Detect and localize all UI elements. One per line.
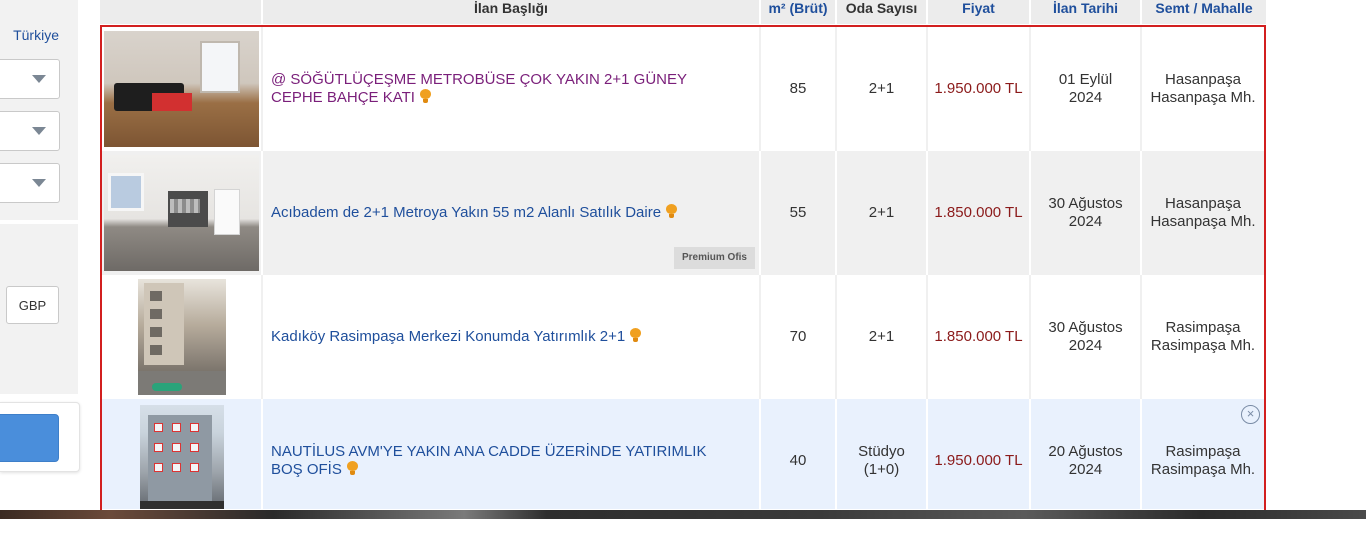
country-link[interactable]: Türkiye	[13, 27, 59, 43]
header-title[interactable]: İlan Başlığı	[263, 0, 761, 24]
location-filter-panel: Türkiye	[0, 0, 78, 220]
listing-table: İlan Başlığı m² (Brüt) Oda Sayısı Fiyat …	[100, 0, 1266, 518]
district-select[interactable]	[0, 111, 60, 151]
header-m2[interactable]: m² (Brüt)	[761, 0, 837, 24]
currency-gbp-button[interactable]: GBP	[6, 286, 59, 324]
page: Türkiye GBP İlan Başlığı m² (Brüt) Oda S…	[0, 0, 1366, 544]
chevron-down-icon	[32, 75, 46, 83]
chevron-down-icon	[32, 127, 46, 135]
search-button[interactable]	[0, 414, 59, 462]
table-header: İlan Başlığı m² (Brüt) Oda Sayısı Fiyat …	[100, 0, 1266, 24]
header-price[interactable]: Fiyat	[928, 0, 1031, 24]
header-rooms: Oda Sayısı	[837, 0, 928, 24]
header-date[interactable]: İlan Tarihi	[1031, 0, 1142, 24]
city-select[interactable]	[0, 59, 60, 99]
header-image	[100, 0, 263, 24]
listing-highlight-outline	[100, 25, 1266, 518]
header-location[interactable]: Semt / Mahalle	[1142, 0, 1266, 24]
search-button-container	[0, 402, 80, 472]
neighborhood-select[interactable]	[0, 163, 60, 203]
filter-sidebar: Türkiye GBP	[0, 0, 80, 510]
bottom-image-strip	[0, 510, 1366, 519]
chevron-down-icon	[32, 179, 46, 187]
